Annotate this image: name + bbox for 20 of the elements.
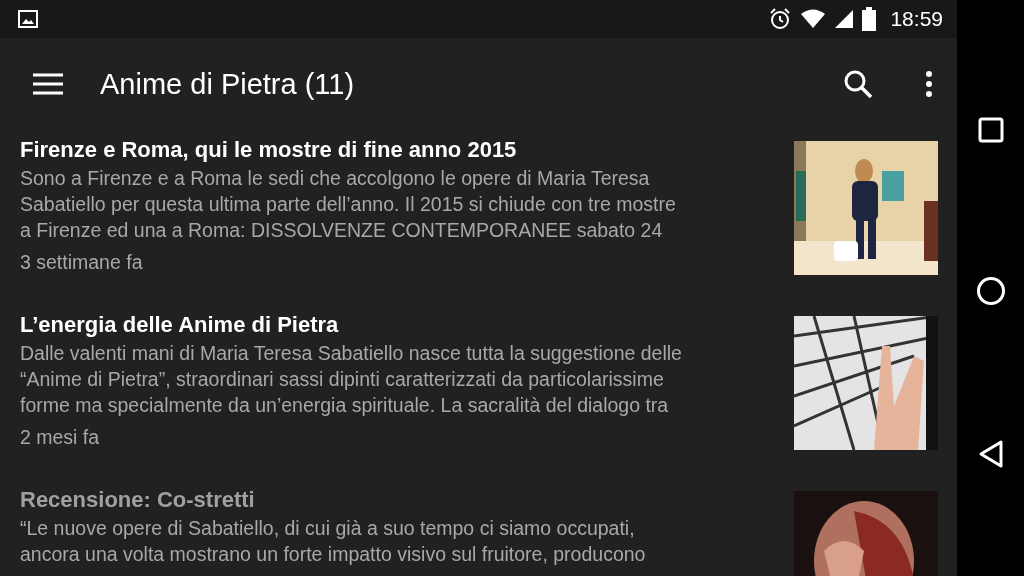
article-age: 3 settimane fa: [20, 250, 144, 275]
menu-icon: [32, 72, 64, 96]
article-title[interactable]: L’energia delle Anime di Pietra: [20, 310, 794, 340]
article-title[interactable]: Firenze e Roma, qui le mostre di fine anno 2015: [20, 135, 794, 165]
back-icon[interactable]: [977, 439, 1004, 470]
article-summary: Sono a Firenze e a Roma le sedi che accolgono le opere di Maria Teresa Sabatiello per questa ultima parte dell’anno. Il 2015 si chiude con tre mostre a Firenze ed una a Roma: DISSOLVENZE CONTEMPORANEE sabato 24: [20, 166, 677, 243]
app-title: Anime di Pietra (11): [100, 67, 355, 101]
recents-icon[interactable]: [977, 116, 1004, 143]
article-summary: Dalle valenti mani di Maria Teresa Sabatiello nasce tutta la suggestione delle “Anime di Pietra”, straordinari sassi dipinti caratterizzati da particolarissime forme ma specialmente da un’energia spirituale. La sacralità del dialogo tra: [20, 341, 683, 418]
image-icon: [18, 10, 38, 28]
home-icon[interactable]: [975, 276, 1006, 306]
battery-icon: [862, 7, 877, 31]
wifi-icon: [800, 9, 827, 29]
clock-time: 18:59: [890, 7, 943, 31]
more-options-icon: [925, 70, 933, 98]
signal-icon: [834, 9, 855, 29]
search-icon: [843, 69, 873, 99]
article-summary: “Le nuove opere di Sabatiello, di cui già a suo tempo ci siamo occupati, ancora una volta mostrano un forte impatto visivo sul fruitore, producono: [20, 516, 647, 567]
article-title[interactable]: Recensione: Co-stretti: [20, 485, 794, 515]
article-age: 2 mesi fa: [20, 425, 101, 450]
